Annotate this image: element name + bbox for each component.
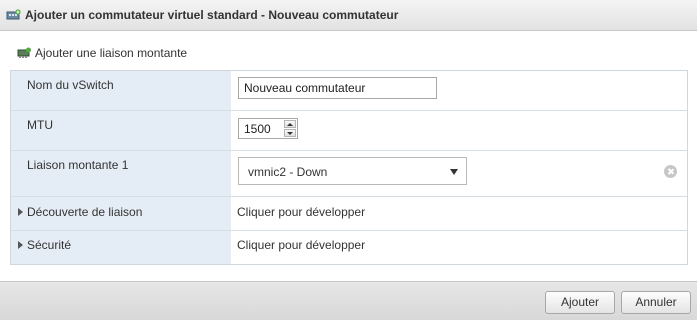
row-security[interactable]: Sécurité Cliquer pour développer [11, 231, 687, 264]
increment-arrow-icon[interactable] [284, 120, 296, 128]
chevron-down-icon [450, 169, 458, 175]
uplink1-selected: vmnic2 - Down [248, 165, 328, 179]
mtu-value: 1500 [244, 122, 271, 136]
cancel-button[interactable]: Annuler [621, 291, 691, 314]
security-expand-link[interactable]: Cliquer pour développer [237, 238, 365, 252]
decrement-arrow-icon[interactable] [284, 129, 296, 137]
add-uplink-label: Ajouter une liaison montante [35, 46, 188, 60]
row-uplink1: Liaison montante 1 vmnic2 - Down [11, 151, 687, 197]
uplink1-select[interactable]: vmnic2 - Down [238, 157, 467, 185]
dialog-footer: Ajouter Annuler [0, 281, 697, 320]
dialog-title: Ajouter un commutateur virtuel standard … [25, 8, 399, 22]
dialog-title-bar: Ajouter un commutateur virtuel standard … [0, 0, 697, 31]
vswitch-name-label: Nom du vSwitch [27, 78, 114, 92]
mtu-label: MTU [27, 118, 53, 132]
link-discovery-expand-link[interactable]: Cliquer pour développer [237, 205, 365, 219]
link-discovery-label: Découverte de liaison [27, 205, 143, 219]
network-adapter-add-icon [17, 47, 31, 58]
row-vswitch-name: Nom du vSwitch [11, 71, 687, 111]
properties-grid: Nom du vSwitch MTU 1500 Liaison montante… [10, 70, 688, 265]
row-link-discovery[interactable]: Découverte de liaison Cliquer pour dével… [11, 197, 687, 231]
security-label: Sécurité [27, 238, 72, 252]
uplink1-label: Liaison montante 1 [27, 158, 129, 172]
expand-triangle-icon[interactable] [18, 208, 23, 216]
vswitch-add-icon [6, 9, 21, 20]
add-uplink-button[interactable]: Ajouter une liaison montante [17, 46, 187, 60]
vswitch-name-input[interactable] [238, 77, 437, 99]
clear-icon[interactable] [664, 165, 677, 178]
expand-triangle-icon[interactable] [18, 241, 23, 249]
row-mtu: MTU 1500 [11, 111, 687, 151]
mtu-stepper[interactable]: 1500 [238, 118, 298, 139]
add-button[interactable]: Ajouter [545, 291, 615, 314]
